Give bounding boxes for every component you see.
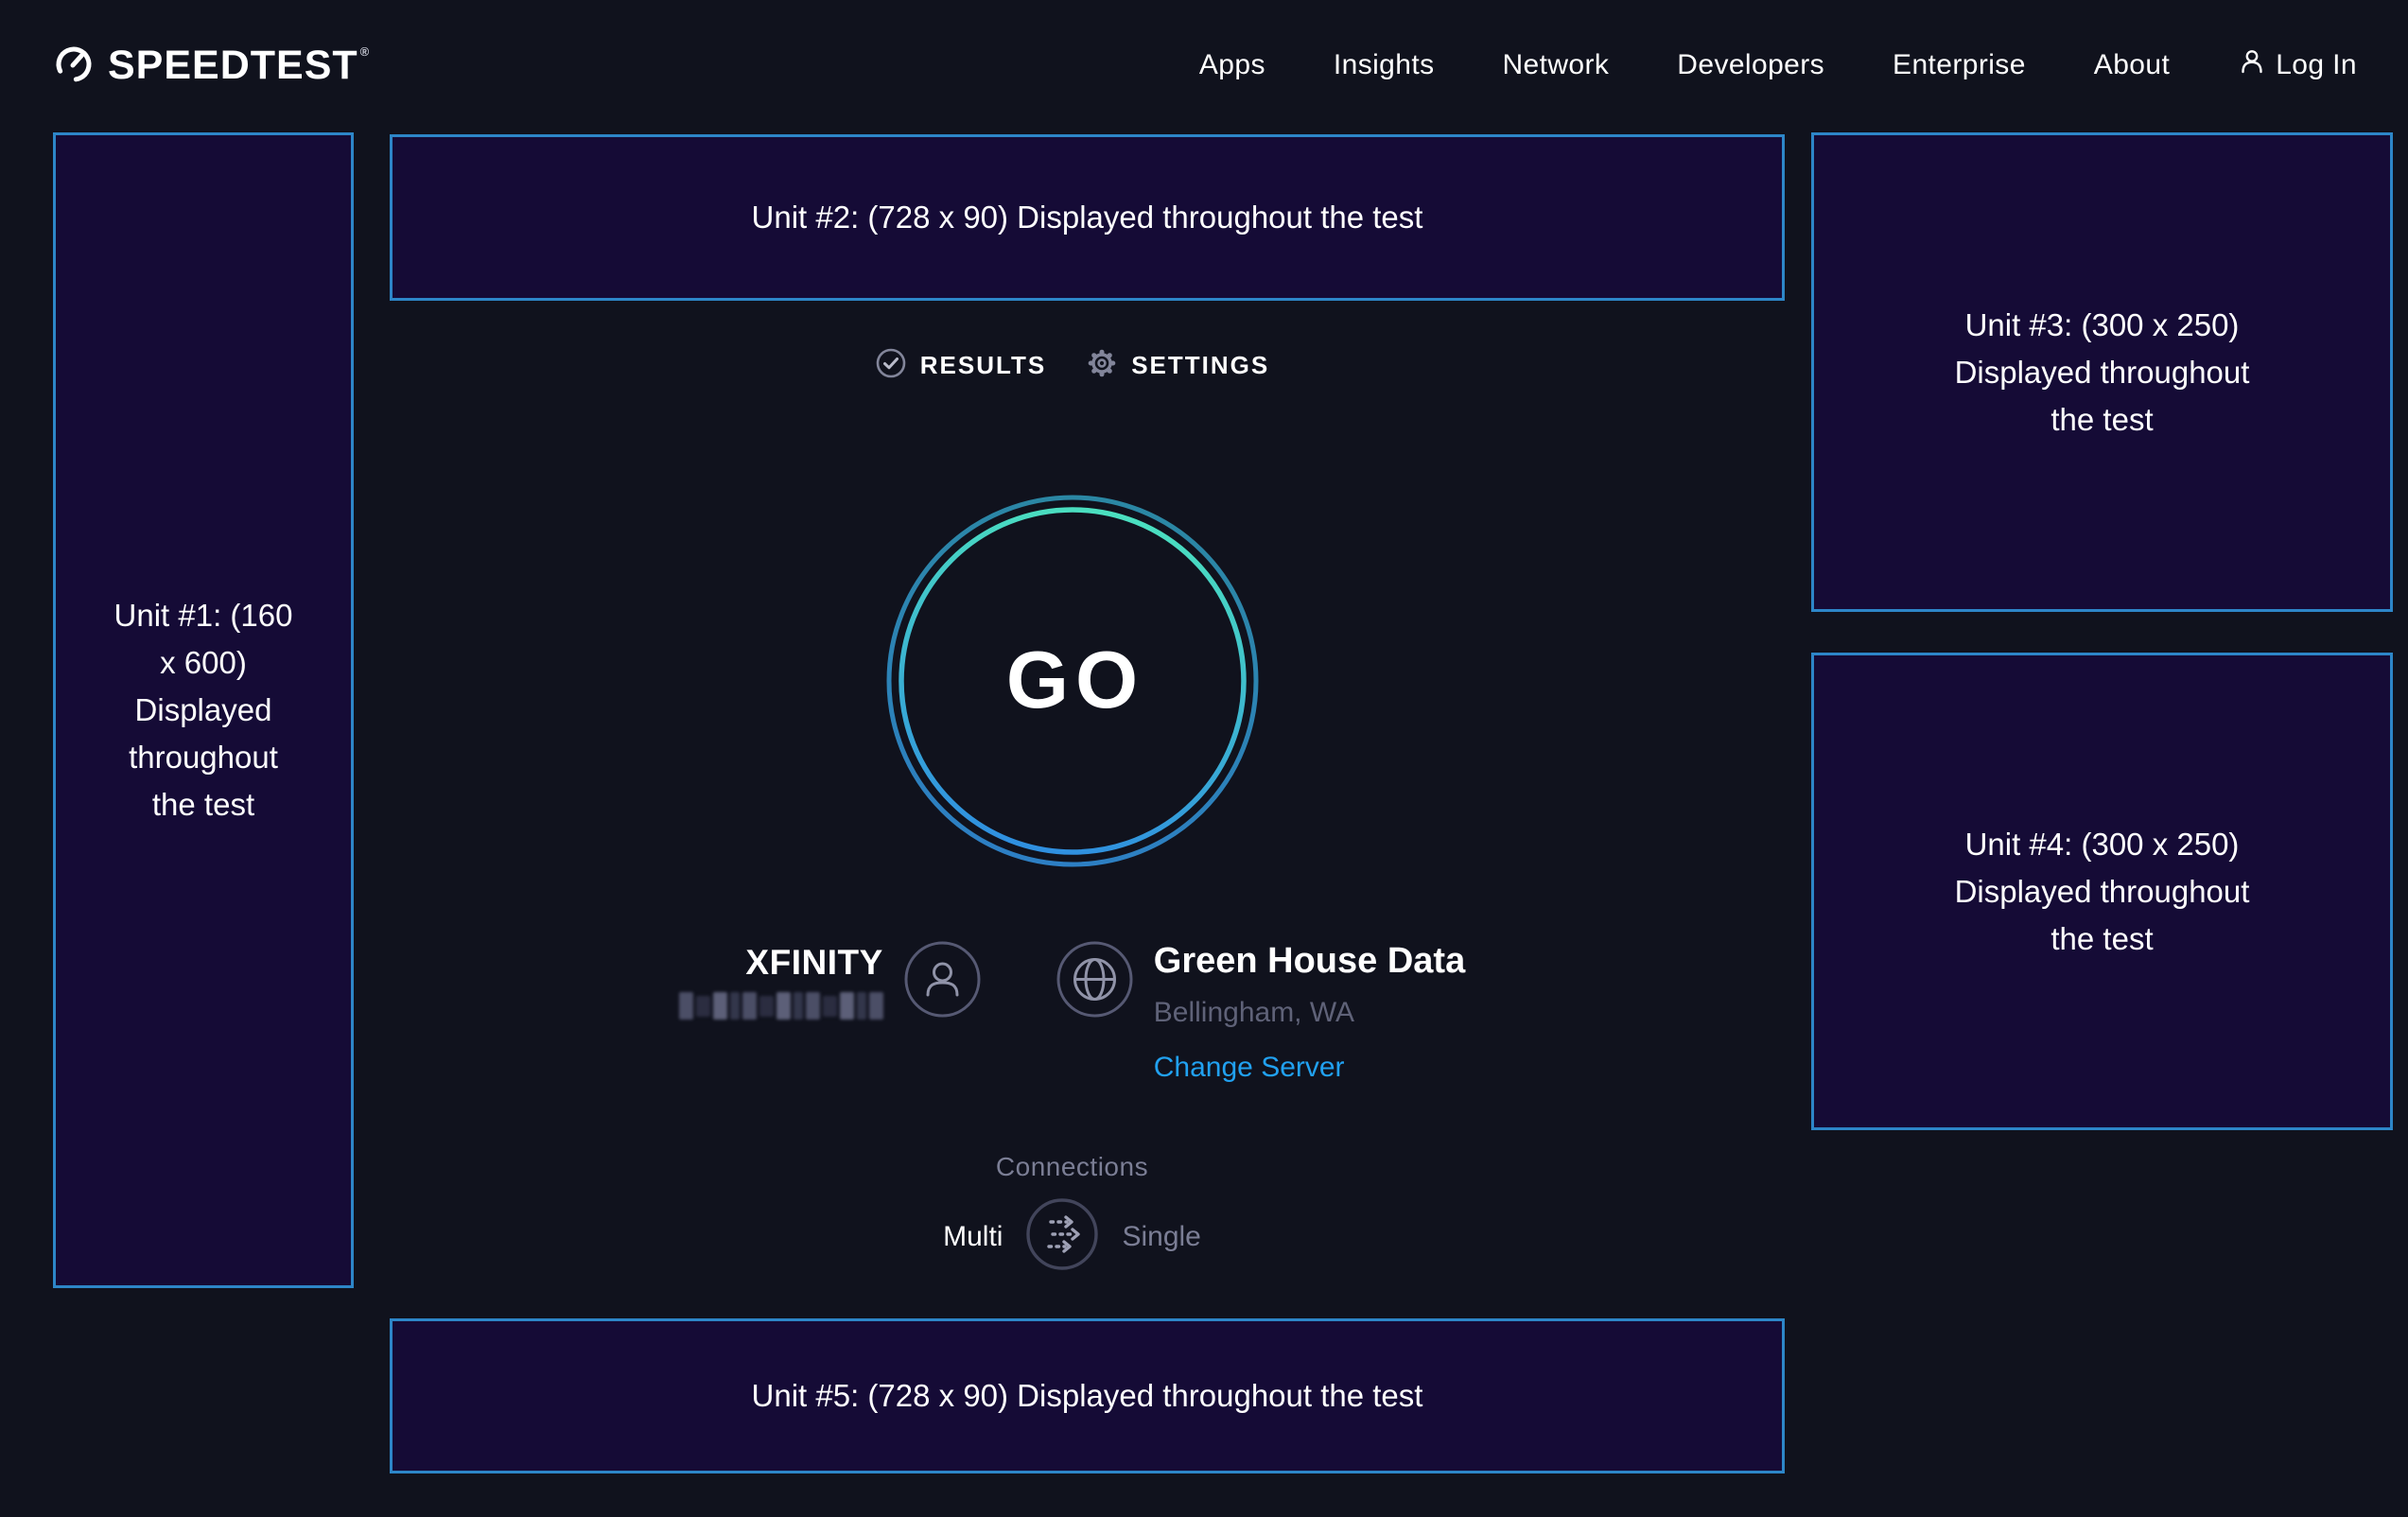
tab-results[interactable]: RESULTS	[875, 347, 1046, 384]
tab-settings[interactable]: SETTINGS	[1086, 347, 1269, 384]
trademark-symbol: ®	[360, 44, 371, 59]
login-button[interactable]: Log In	[2238, 47, 2357, 83]
ad-unit-4-text: Unit #4: (300 x 250) Displayed throughou…	[1939, 821, 2265, 963]
ip-address-blurred	[679, 992, 883, 1020]
go-button[interactable]: GO	[883, 492, 1262, 870]
ad-unit-4-rectangle: Unit #4: (300 x 250) Displayed throughou…	[1811, 653, 2393, 1130]
nav-item-apps[interactable]: Apps	[1199, 49, 1265, 81]
connection-info-row: XFINITY	[679, 941, 1465, 1085]
speedometer-gauge-icon	[53, 43, 95, 89]
ad-unit-1-text: Unit #1: (160 x 600) Displayed throughou…	[103, 592, 304, 828]
top-nav-bar: SPEEDTEST ® Apps Insights Network Develo…	[0, 0, 2408, 131]
connections-toggle-row: Multi Single	[943, 1197, 1201, 1276]
check-circle-icon	[875, 347, 907, 384]
logo-wordmark: SPEEDTEST ®	[108, 43, 370, 89]
gear-icon	[1086, 347, 1118, 384]
nav-item-developers[interactable]: Developers	[1677, 49, 1824, 81]
connections-option-multi[interactable]: Multi	[943, 1221, 1003, 1253]
ad-unit-2-leaderboard: Unit #2: (728 x 90) Displayed throughout…	[390, 134, 1785, 301]
results-settings-tabs: RESULTS SETTINGS	[875, 346, 1269, 384]
change-server-link[interactable]: Change Server	[1154, 1052, 1345, 1084]
ad-unit-3-text: Unit #3: (300 x 250) Displayed throughou…	[1939, 302, 2265, 444]
server-name: Green House Data	[1154, 941, 1465, 982]
ad-unit-5-text: Unit #5: (728 x 90) Displayed throughout…	[752, 1372, 1423, 1420]
ad-unit-2-text: Unit #2: (728 x 90) Displayed throughout…	[752, 194, 1423, 241]
multi-connections-icon[interactable]	[1025, 1197, 1099, 1276]
server-info: Green House Data Bellingham, WA Change S…	[1056, 941, 1465, 1084]
nav-item-insights[interactable]: Insights	[1334, 49, 1435, 81]
connections-label: Connections	[996, 1152, 1148, 1182]
ad-unit-3-rectangle: Unit #3: (300 x 250) Displayed throughou…	[1811, 132, 2393, 612]
isp-avatar person-icon	[904, 941, 981, 1022]
main-nav: Apps Insights Network Developers Enterpr…	[1199, 47, 2357, 83]
server-location: Bellingham, WA	[1154, 997, 1354, 1029]
person-icon	[2238, 47, 2266, 83]
isp-info: XFINITY	[679, 941, 981, 1022]
speedtest-logo[interactable]: SPEEDTEST ®	[53, 43, 370, 89]
isp-name: XFINITY	[745, 943, 882, 983]
connections-option-single[interactable]: Single	[1122, 1221, 1200, 1253]
nav-item-about[interactable]: About	[2094, 49, 2170, 81]
server-avatar globe-icon	[1056, 941, 1133, 1022]
nav-item-enterprise[interactable]: Enterprise	[1893, 49, 2026, 81]
ad-unit-5-leaderboard: Unit #5: (728 x 90) Displayed throughout…	[390, 1318, 1785, 1473]
nav-item-network[interactable]: Network	[1502, 49, 1609, 81]
ad-unit-1-skyscraper: Unit #1: (160 x 600) Displayed throughou…	[53, 132, 354, 1288]
go-button-label: GO	[883, 492, 1262, 870]
